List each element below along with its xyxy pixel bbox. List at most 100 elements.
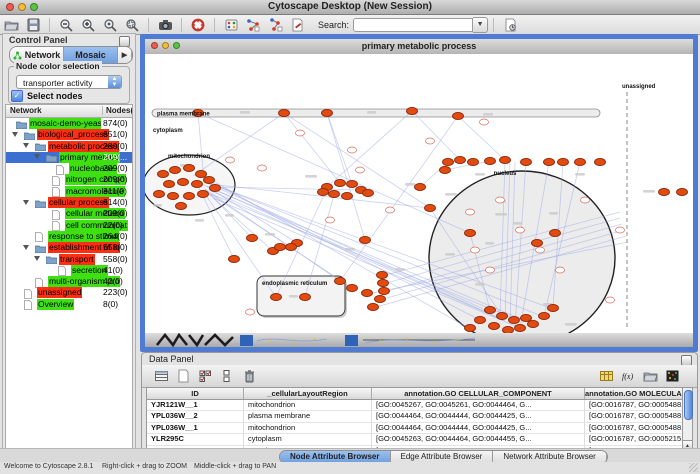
tree-row-cellular-metabo[interactable]: cellular metabo209(0) xyxy=(6,208,132,219)
tree-row-macromolecule[interactable]: macromolecule311(0) xyxy=(6,186,132,197)
graph-node[interactable] xyxy=(548,304,559,311)
graph-node[interactable] xyxy=(379,287,390,294)
table-cell[interactable]: cytoplasm xyxy=(244,434,372,444)
table-cell[interactable]: [GO:0016787, GO:0005488, GO:0005215, G..… xyxy=(585,400,686,410)
graph-node[interactable] xyxy=(475,316,486,323)
matrix-icon[interactable] xyxy=(663,368,681,384)
graph-node[interactable] xyxy=(176,202,187,209)
tree-row-transport[interactable]: transport558(0) xyxy=(6,254,132,265)
empty-node[interactable] xyxy=(471,247,480,253)
graph-node[interactable] xyxy=(377,271,388,278)
graph-node[interactable] xyxy=(198,190,209,197)
graph-node[interactable] xyxy=(342,192,353,199)
tree-row-response-to-stimul[interactable]: response to stimul264(0) xyxy=(6,231,132,242)
empty-node[interactable] xyxy=(348,147,357,153)
table-cell[interactable]: [GO:0044464, GO:0044444, GO:0044425, G..… xyxy=(372,423,585,433)
table-cell[interactable]: YPL036W__2 xyxy=(147,411,244,421)
graph-node[interactable] xyxy=(318,188,329,195)
open-icon[interactable] xyxy=(2,17,20,33)
table-cell[interactable]: mitochondrion xyxy=(244,423,372,433)
graph-node[interactable] xyxy=(184,164,195,171)
graph-node[interactable] xyxy=(575,158,586,165)
tab-overflow-arrow[interactable]: ▶ xyxy=(118,47,132,63)
graph-node[interactable] xyxy=(363,189,374,196)
graph-node[interactable] xyxy=(286,243,297,250)
table-cell[interactable]: [GO:0045263, GO:0044464, GO:0044455, G..… xyxy=(372,434,585,444)
select-nodes-checkbox[interactable]: ✓ xyxy=(11,90,23,102)
table-cell[interactable]: YLR295C xyxy=(147,434,244,444)
graph-node[interactable] xyxy=(229,255,240,262)
expand-arrow-icon[interactable] xyxy=(34,154,40,159)
save-icon[interactable] xyxy=(24,17,42,33)
empty-node[interactable] xyxy=(426,138,435,144)
formula-icon[interactable]: f(x) xyxy=(619,368,637,384)
graph-node[interactable] xyxy=(544,158,555,165)
graph-node[interactable] xyxy=(558,158,569,165)
graph-node[interactable] xyxy=(210,184,221,191)
zoom-in-icon[interactable] xyxy=(79,17,97,33)
settings-page-icon[interactable] xyxy=(501,17,519,33)
expand-arrow-icon[interactable] xyxy=(12,132,18,137)
network-view-window[interactable]: primary metabolic process plasma membran… xyxy=(140,34,698,352)
empty-node[interactable] xyxy=(296,130,305,136)
graph-node[interactable] xyxy=(489,322,500,329)
zoom-out-icon[interactable] xyxy=(57,17,75,33)
edge[interactable] xyxy=(209,194,273,251)
edge[interactable] xyxy=(198,113,470,233)
graph-node[interactable] xyxy=(443,158,454,165)
graph-node[interactable] xyxy=(440,166,451,173)
zoom-selected-icon[interactable] xyxy=(101,17,119,33)
table-cell[interactable]: [GO:0044464, GO:0044444, GO:0044425, G..… xyxy=(372,411,585,421)
graph-node[interactable] xyxy=(521,314,532,321)
plasma-membrane-region[interactable] xyxy=(152,109,600,117)
empty-node[interactable] xyxy=(246,309,255,315)
edge[interactable] xyxy=(203,184,297,243)
graph-node[interactable] xyxy=(528,320,539,327)
network-graph[interactable]: plasma membranecytoplasmmitochondrionnuc… xyxy=(145,54,693,347)
graph-node[interactable] xyxy=(455,156,466,163)
expand-arrow-icon[interactable] xyxy=(34,256,40,261)
help-icon[interactable] xyxy=(189,17,207,33)
tree-row-biological-process[interactable]: biological_process651(0) xyxy=(6,129,132,140)
empty-node[interactable] xyxy=(466,209,475,215)
graph-node[interactable] xyxy=(515,324,526,331)
graph-node[interactable] xyxy=(204,176,215,183)
edge[interactable] xyxy=(284,113,340,183)
graph-node[interactable] xyxy=(170,166,181,173)
graph-node[interactable] xyxy=(375,295,386,302)
tree-row-primary-metabo[interactable]: primary metabo209(... xyxy=(6,152,132,163)
graph-node[interactable] xyxy=(425,204,436,211)
graph-node[interactable] xyxy=(539,312,550,319)
delete-attr-icon[interactable] xyxy=(240,368,258,384)
tree-row-nucleobase-[interactable]: nucleobase-209(0) xyxy=(6,163,132,174)
graph-node[interactable] xyxy=(532,239,543,246)
table-cell[interactable]: YPL036W__1 xyxy=(147,423,244,433)
graph-node[interactable] xyxy=(271,293,282,300)
graph-node[interactable] xyxy=(322,109,333,116)
graph-node[interactable] xyxy=(360,236,371,243)
tree-row-secretion[interactable]: secretion41(0) xyxy=(6,265,132,276)
empty-node[interactable] xyxy=(536,247,545,253)
graph-node[interactable] xyxy=(368,303,379,310)
graph-node[interactable] xyxy=(247,234,258,241)
tree-row-mosaic-demo-yeast[interactable]: mosaic-demo-yeast874(0) xyxy=(6,118,132,129)
attribute-table-header[interactable]: ID_cellularLayoutRegionannotation.GO CEL… xyxy=(147,388,686,400)
empty-node[interactable] xyxy=(258,165,267,171)
graph-node[interactable] xyxy=(453,112,464,119)
graph-node[interactable] xyxy=(192,180,203,187)
graph-node[interactable] xyxy=(168,192,179,199)
expand-arrow-icon[interactable] xyxy=(23,245,29,250)
resize-grip[interactable] xyxy=(689,463,698,472)
edge[interactable] xyxy=(207,192,352,288)
table-cell[interactable]: [GO:0016787, GO:0005488, GO:0005215, G..… xyxy=(585,411,686,421)
graph-node[interactable] xyxy=(500,156,511,163)
zoom-fit-icon[interactable] xyxy=(123,17,141,33)
column-header-2[interactable]: annotation.GO CELLULAR_COMPONENT xyxy=(372,388,585,399)
empty-node[interactable] xyxy=(616,227,625,233)
graph-node[interactable] xyxy=(300,293,311,300)
graph-node[interactable] xyxy=(485,157,496,164)
edge[interactable] xyxy=(420,162,448,187)
graph-node[interactable] xyxy=(347,284,358,291)
tree-row-multi-organism-pro[interactable]: multi-organism pro42(0) xyxy=(6,276,132,287)
table-row[interactable]: YLR295Ccytoplasm[GO:0045263, GO:0044464,… xyxy=(147,434,686,445)
